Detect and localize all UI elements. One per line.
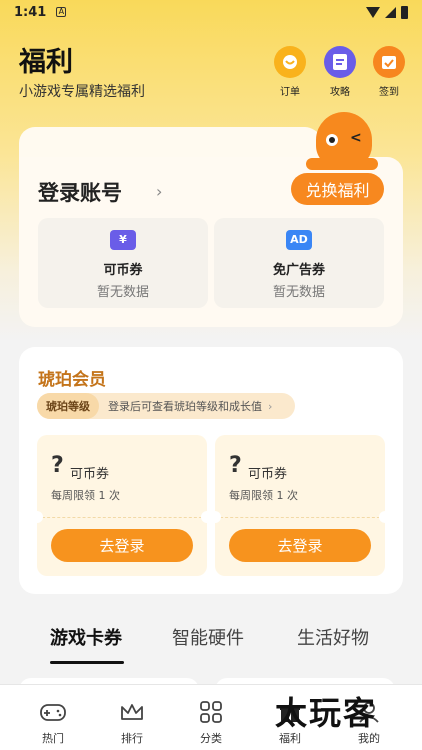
checkin-label: 签到 xyxy=(379,87,399,98)
amber-member-card: 琥珀会员 琥珀等级 登录后可查看琥珀等级和成长值 › ? 可币券 每周限领 1 … xyxy=(19,347,403,594)
mascot-body xyxy=(306,158,378,170)
mascot-wink: < xyxy=(350,130,362,146)
orders-label: 订单 xyxy=(280,87,300,98)
status-icons xyxy=(366,5,408,19)
coin-ticket-icon: ¥ xyxy=(110,230,136,250)
battery-icon xyxy=(401,5,408,19)
nav-label: 分类 xyxy=(200,732,222,745)
watermark-logo: 太玩客 xyxy=(275,694,378,732)
coupon-title: 可币券 xyxy=(103,263,143,278)
nav-label: 热门 xyxy=(42,732,64,745)
tab-smart-hardware[interactable]: 智能硬件 xyxy=(172,624,244,650)
go-login-button[interactable]: 去登录 xyxy=(51,529,193,562)
ticket-limit: 每周限领 1 次 xyxy=(51,489,120,502)
ticket-divider xyxy=(37,517,207,518)
tab-game-coupons[interactable]: 游戏卡券 xyxy=(50,624,122,650)
crown-icon xyxy=(102,698,162,726)
login-title[interactable]: 登录账号 xyxy=(38,177,122,207)
orders-icon xyxy=(274,46,306,78)
mascot-pupil xyxy=(329,137,335,143)
wifi-icon xyxy=(366,6,380,18)
ticket-divider xyxy=(215,517,385,518)
nav-label: 排行 xyxy=(121,732,143,745)
page-title: 福利 xyxy=(19,47,73,78)
notification-icon: A xyxy=(56,7,67,17)
ticket-notch xyxy=(379,511,391,523)
mascot-eye xyxy=(326,134,338,146)
signal-icon xyxy=(385,6,396,18)
redeem-button[interactable]: 兑换福利 xyxy=(291,173,384,205)
ticket-name: 可币券 xyxy=(70,467,110,482)
member-level-bar[interactable]: 琥珀等级 登录后可查看琥珀等级和成长值 › xyxy=(37,393,295,419)
coupon-status: 暂无数据 xyxy=(96,285,149,300)
orders-button[interactable]: 订单 xyxy=(270,46,310,98)
ticket-notch xyxy=(31,511,43,523)
chevron-right-icon: › xyxy=(268,399,273,413)
member-title: 琥珀会员 xyxy=(38,370,106,390)
guide-label: 攻略 xyxy=(330,87,350,98)
ad-icon: AD xyxy=(286,230,312,250)
ticket-notch xyxy=(209,511,221,523)
coupon-title: 免广告券 xyxy=(272,263,325,278)
ticket-name: 可币券 xyxy=(248,467,288,482)
question-mark-icon: ? xyxy=(229,453,242,478)
ad-free-coupon-box[interactable]: AD 免广告券 暂无数据 xyxy=(214,218,384,308)
coin-coupon-box[interactable]: ¥ 可币券 暂无数据 xyxy=(38,218,208,308)
mascot-illustration: < xyxy=(306,112,378,170)
chevron-right-icon[interactable]: › xyxy=(156,182,162,201)
tab-life-goods[interactable]: 生活好物 xyxy=(297,624,369,650)
question-mark-icon: ? xyxy=(51,453,64,478)
status-time: 1:41 xyxy=(14,4,47,20)
page-subtitle: 小游戏专属精选福利 xyxy=(19,84,145,100)
checkin-icon xyxy=(373,46,405,78)
nav-hot[interactable]: 热门 xyxy=(23,685,83,746)
ticket-limit: 每周限领 1 次 xyxy=(229,489,298,502)
status-bar: 1:41 A xyxy=(0,0,422,24)
member-level-badge: 琥珀等级 xyxy=(37,393,99,419)
guide-icon xyxy=(324,46,356,78)
checkin-button[interactable]: 签到 xyxy=(369,46,409,98)
coupon-status: 暂无数据 xyxy=(272,285,325,300)
gamepad-icon xyxy=(23,698,83,726)
category-tabs: 游戏卡券 智能硬件 生活好物 xyxy=(0,624,422,664)
go-login-button[interactable]: 去登录 xyxy=(229,529,371,562)
active-tab-indicator xyxy=(50,661,124,664)
guide-button[interactable]: 攻略 xyxy=(320,46,360,98)
nav-category[interactable]: 分类 xyxy=(181,685,241,746)
nav-rank[interactable]: 排行 xyxy=(102,685,162,746)
coin-ticket-card: ? 可币券 每周限领 1 次 去登录 xyxy=(31,435,213,576)
member-level-hint: 登录后可查看琥珀等级和成长值 xyxy=(108,400,262,413)
grid-icon xyxy=(181,698,241,726)
coin-ticket-card: ? 可币券 每周限领 1 次 去登录 xyxy=(209,435,391,576)
